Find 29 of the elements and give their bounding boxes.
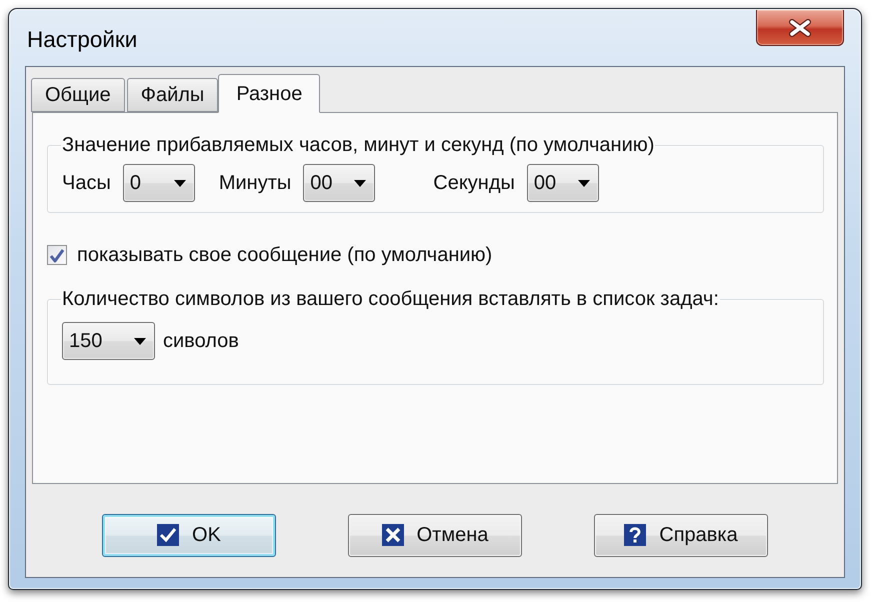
tab[interactable]: Разное (218, 74, 320, 113)
dialog-button[interactable]: Отмена (348, 514, 522, 556)
check-icon (157, 524, 180, 546)
help-icon (624, 524, 646, 546)
caret-icon (174, 180, 186, 186)
dropdown[interactable]: 00 (526, 164, 599, 202)
dropdown[interactable]: 150 (62, 322, 155, 360)
group-title: Количество символов из вашего сообщения вставлять в список задач: (61, 287, 720, 311)
caret-icon (134, 338, 146, 344)
dropdown[interactable]: 0 (122, 164, 195, 202)
caret-icon (354, 180, 366, 186)
check-icon (49, 248, 65, 262)
caret-icon (578, 180, 590, 186)
close-icon (789, 18, 811, 36)
group-title: Значение прибавляемых часов, минут и секунд (по умолчанию) (61, 133, 656, 157)
dialog-button[interactable]: OK (102, 514, 276, 556)
checkbox[interactable] (47, 245, 67, 265)
field-label: Часы (62, 171, 111, 195)
window-title: Настройки (27, 27, 138, 53)
dropdown[interactable]: 00 (303, 164, 376, 202)
unit-label: сиволов (163, 329, 239, 353)
close-button[interactable] (756, 10, 844, 46)
tab[interactable]: Файлы (126, 78, 218, 112)
tab[interactable]: Общие (31, 78, 125, 112)
field-label: Минуты (218, 171, 292, 195)
dialog-button[interactable]: Справка (594, 514, 768, 556)
checkbox-label: показывать свое сообщение (по умолчанию) (77, 243, 492, 267)
field-label: Секунды (433, 171, 515, 195)
cross-icon (382, 524, 404, 546)
